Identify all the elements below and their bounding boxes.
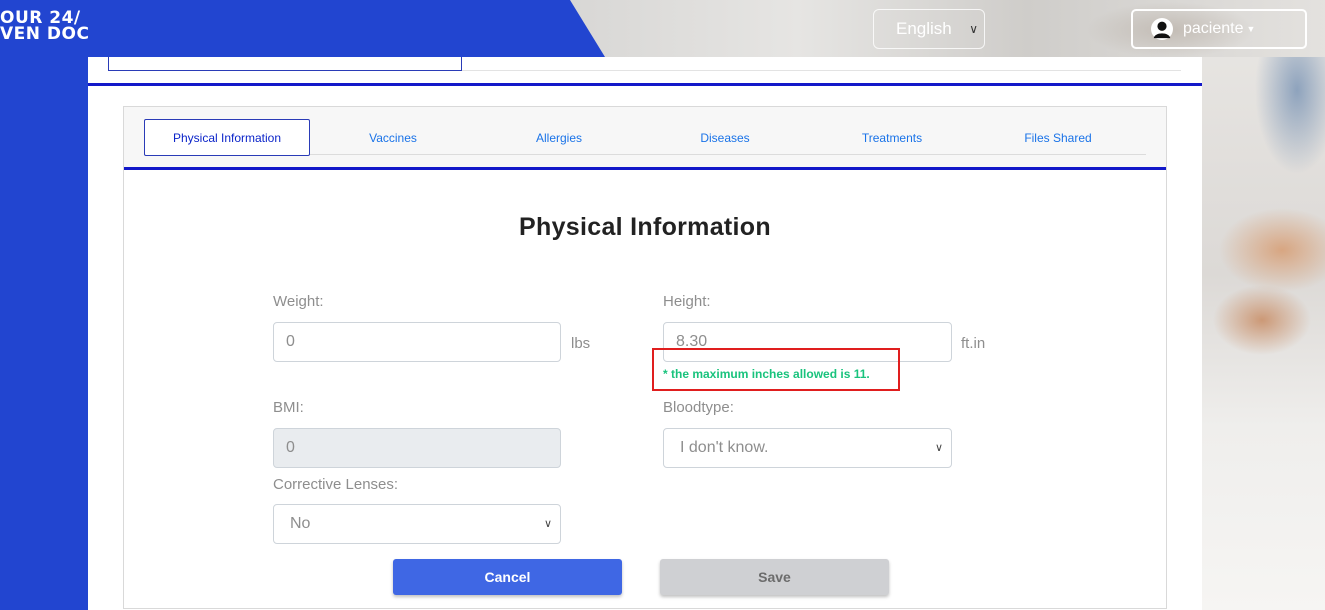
tab-label: Physical Information (172, 130, 282, 145)
weight-value: 0 (286, 333, 295, 350)
bloodtype-label: Bloodtype: (663, 399, 734, 416)
chevron-down-icon: ∨ (543, 518, 552, 530)
background-photo (1202, 0, 1325, 610)
corrective-lenses-select[interactable]: No ∨ (273, 504, 561, 544)
tab-diseases[interactable]: Diseases (642, 119, 808, 156)
corrective-lenses-value: No (290, 515, 311, 532)
weight-input[interactable]: 0 (273, 322, 561, 362)
height-error-message: * the maximum inches allowed is 11. (663, 367, 870, 381)
tab-label: Treatments (861, 130, 923, 145)
tab-label: Files Shared (1024, 130, 1092, 145)
top-header: OUR 24/ VEN DOC English ∨ paciente ▼ (0, 0, 1325, 57)
outer-tabs-divider (462, 70, 1181, 71)
tab-treatments[interactable]: Treatments (809, 119, 975, 156)
tab-vaccines[interactable]: Vaccines (310, 119, 476, 156)
caret-down-icon: ▼ (1246, 24, 1256, 34)
weight-unit: lbs (571, 335, 591, 352)
tab-label: Allergies (535, 130, 583, 145)
left-brand-band (0, 0, 88, 610)
tab-label: Diseases (700, 130, 750, 145)
tab-files-shared[interactable]: Files Shared (975, 119, 1141, 156)
language-value: English (896, 19, 952, 38)
chevron-down-icon: ∨ (969, 22, 978, 36)
bmi-label: BMI: (273, 399, 304, 416)
tab-physical-information[interactable]: Physical Information (144, 119, 310, 156)
medical-record-card: Physical Information Vaccines Allergies … (123, 106, 1167, 609)
bmi-value: 0 (286, 439, 295, 456)
cancel-button[interactable]: Cancel (393, 559, 622, 595)
outer-tab-active[interactable] (108, 57, 462, 71)
main-panel: Physical Information Vaccines Allergies … (88, 57, 1202, 610)
page-title: Physical Information (519, 213, 771, 241)
bloodtype-select[interactable]: I don't know. ∨ (663, 428, 952, 468)
outer-accent-line (88, 83, 1202, 86)
corrective-lenses-label: Corrective Lenses: (273, 476, 399, 493)
app-logo[interactable]: OUR 24/ VEN DOC (0, 10, 90, 44)
weight-label: Weight: (273, 293, 324, 310)
chevron-down-icon: ∨ (934, 442, 943, 454)
user-avatar-icon (1151, 18, 1173, 40)
height-label: Height: (663, 293, 711, 310)
language-select[interactable]: English ∨ (873, 9, 985, 49)
bloodtype-value: I don't know. (680, 439, 769, 456)
card-accent-line (124, 167, 1166, 170)
bmi-input: 0 (273, 428, 561, 468)
user-name: paciente (1183, 20, 1244, 37)
cancel-label: Cancel (484, 569, 531, 585)
tab-allergies[interactable]: Allergies (476, 119, 642, 156)
height-unit: ft.in (961, 335, 986, 352)
tab-label: Vaccines (369, 130, 417, 145)
save-label: Save (758, 569, 791, 585)
card-tabs-header: Physical Information Vaccines Allergies … (124, 107, 1166, 167)
user-menu-button[interactable]: paciente ▼ (1131, 9, 1307, 49)
save-button[interactable]: Save (660, 559, 889, 595)
logo-line-2: VEN DOC (0, 24, 90, 44)
